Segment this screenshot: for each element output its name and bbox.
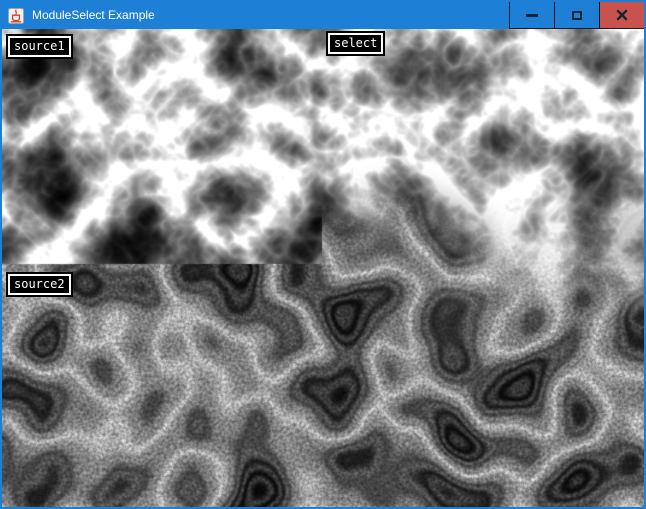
minimize-icon [526,14,538,17]
close-icon [616,9,628,21]
label-select: select [328,33,383,54]
close-button[interactable] [599,2,644,29]
titlebar[interactable]: ModuleSelect Example [2,2,644,29]
maximize-icon [572,11,582,20]
label-source1: source1 [8,36,71,57]
java-cup-icon [8,8,24,24]
noise-canvas [2,29,644,507]
maximize-button[interactable] [554,2,599,29]
window-title: ModuleSelect Example [32,2,155,29]
app-window: ModuleSelect Example source1 select sour… [0,0,646,509]
window-controls [509,2,644,29]
label-source2: source2 [8,274,71,295]
minimize-button[interactable] [509,2,554,29]
